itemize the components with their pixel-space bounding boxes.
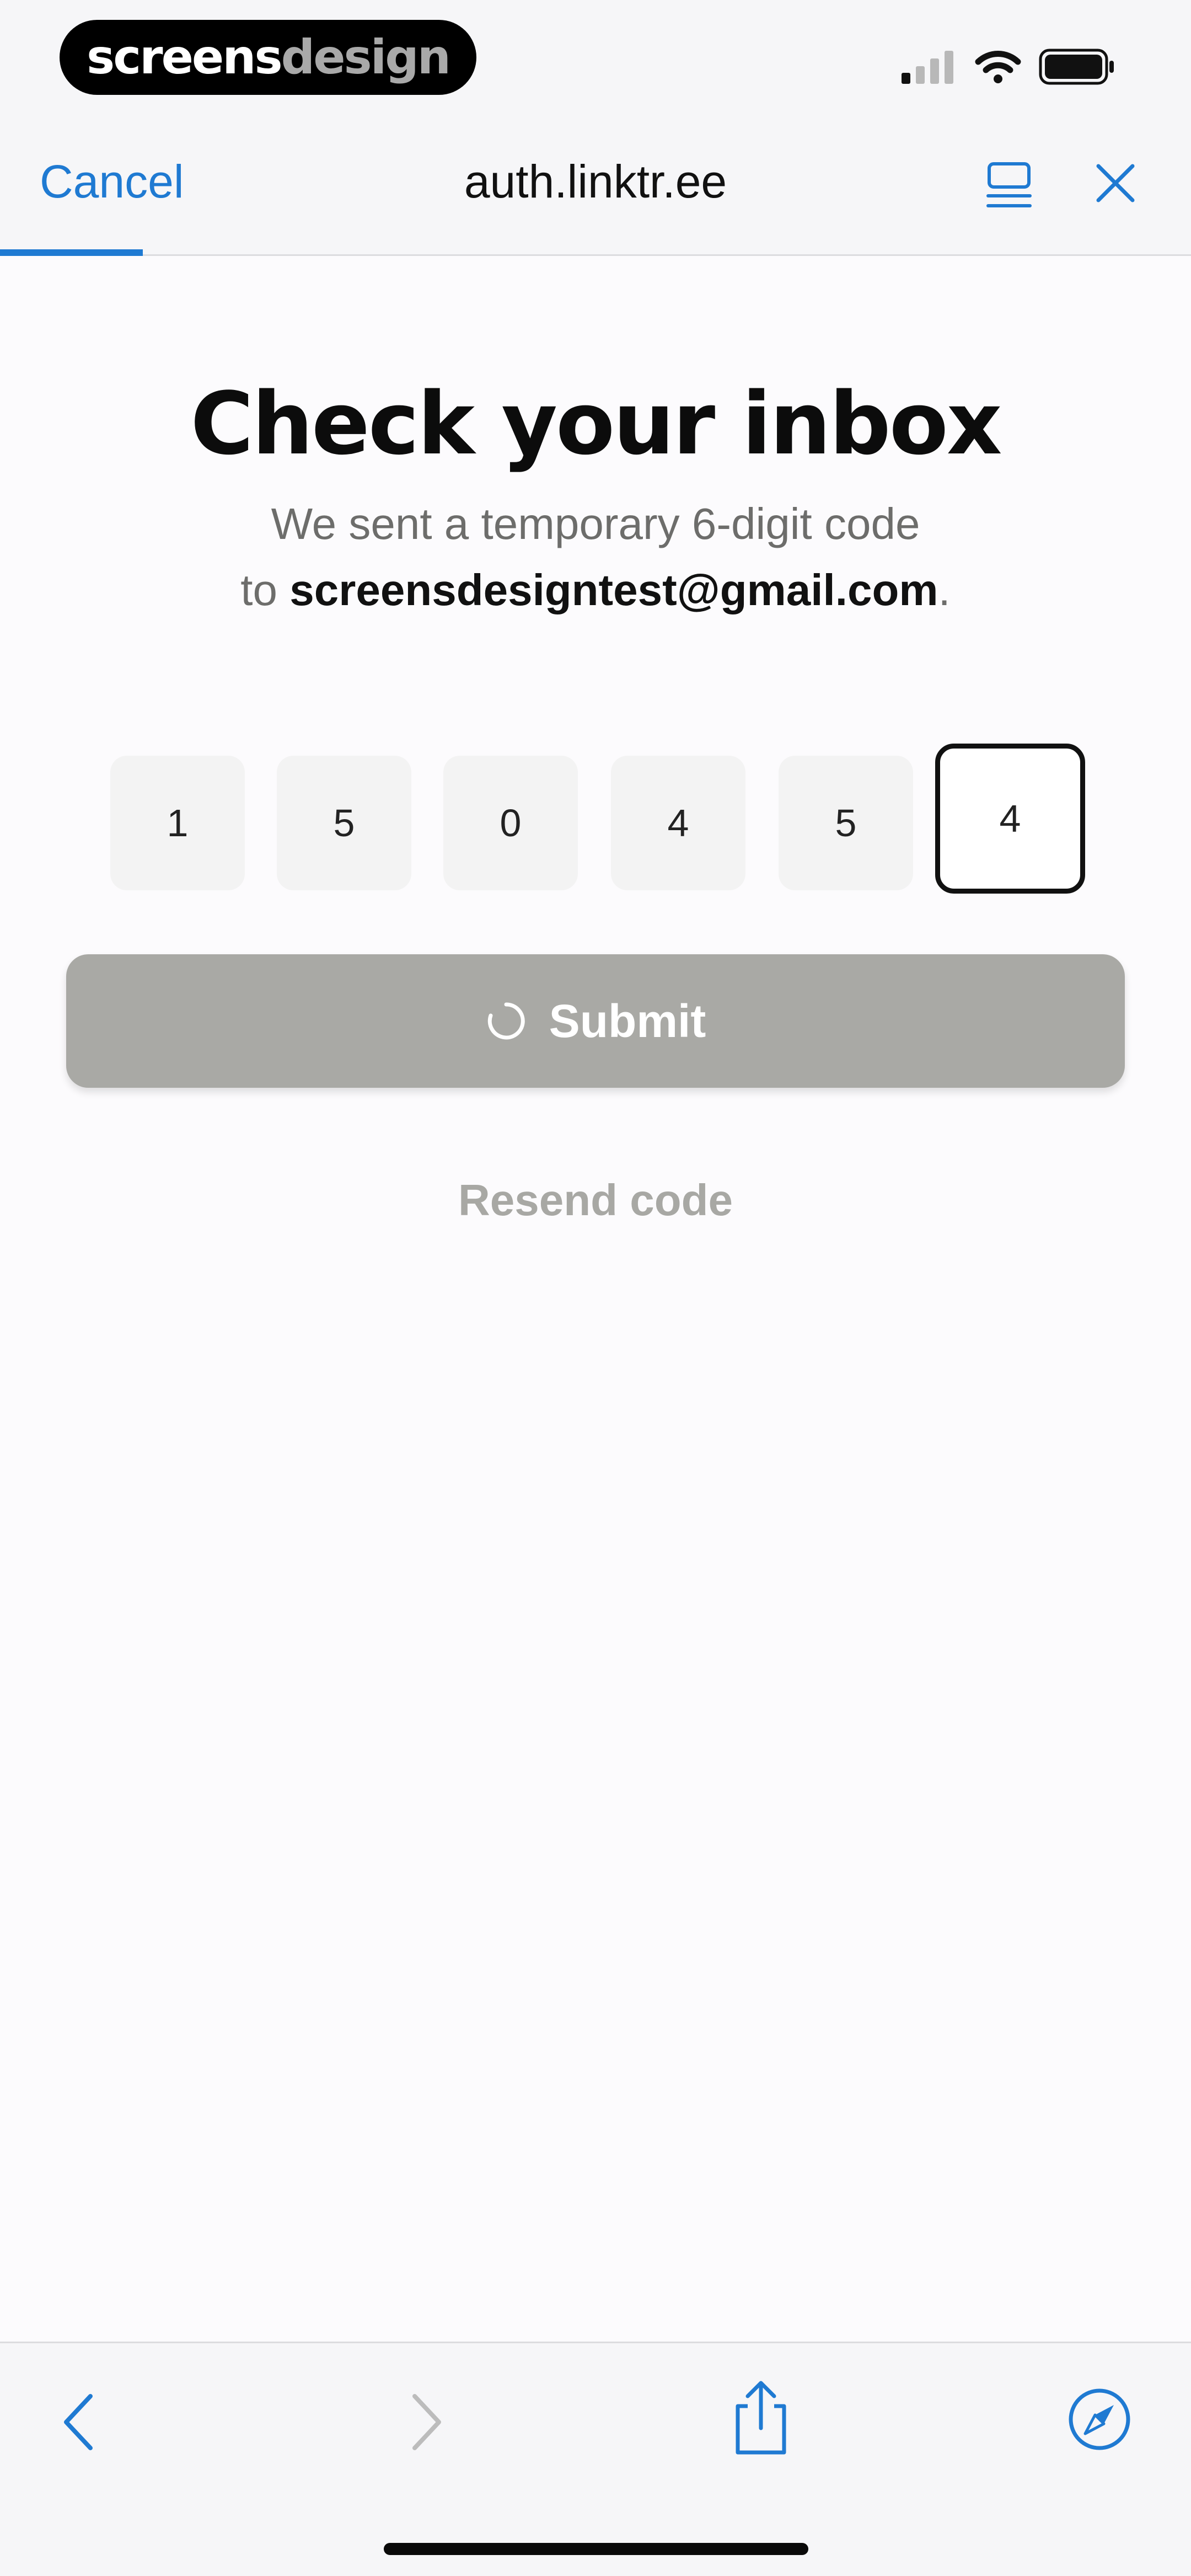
- resend-code-link[interactable]: Resend code: [0, 1175, 1191, 1226]
- code-digit-4[interactable]: 4: [611, 756, 745, 890]
- subtitle-line2: to screensdesigntest@gmail.com.: [0, 557, 1191, 623]
- share-icon[interactable]: [729, 2380, 793, 2457]
- code-digit-6[interactable]: 4: [935, 744, 1085, 894]
- back-icon[interactable]: [60, 2392, 98, 2452]
- subtitle-to: to: [240, 565, 290, 614]
- page: screens design Cancel auth.linktr.ee Che…: [0, 0, 1191, 2576]
- close-icon[interactable]: [1095, 163, 1136, 204]
- reader-icon[interactable]: [984, 161, 1034, 211]
- submit-label: Submit: [549, 995, 706, 1047]
- battery-icon: [1039, 49, 1114, 85]
- status-bar: screens design: [0, 0, 1191, 119]
- spinner-icon: [487, 1002, 525, 1040]
- code-digit-2[interactable]: 5: [277, 756, 411, 890]
- brand-logo-part2: design: [281, 30, 451, 85]
- compass-icon[interactable]: [1067, 2387, 1131, 2451]
- email-address: screensdesigntest@gmail.com: [289, 565, 938, 614]
- code-digit-3[interactable]: 0: [443, 756, 578, 890]
- signal-icon: [902, 51, 953, 84]
- browser-toolbar: [0, 2342, 1191, 2576]
- subtitle-line1: We sent a temporary 6-digit code: [271, 499, 920, 548]
- browser-header: Cancel auth.linktr.ee: [0, 119, 1191, 256]
- page-title: Check your inbox: [190, 373, 1002, 474]
- home-indicator: [384, 2543, 808, 2555]
- brand-logo-part1: screens: [87, 30, 283, 85]
- brand-logo: screens design: [60, 20, 476, 95]
- code-digit-5[interactable]: 5: [779, 756, 913, 890]
- subtitle-period: .: [938, 565, 951, 614]
- wifi-icon: [975, 51, 1021, 83]
- submit-button[interactable]: Submit: [66, 954, 1125, 1088]
- page-load-progress-fill: [0, 249, 143, 256]
- subtitle: We sent a temporary 6-digit code to scre…: [0, 491, 1191, 623]
- code-digit-1[interactable]: 1: [110, 756, 245, 890]
- forward-icon[interactable]: [407, 2392, 446, 2452]
- page-load-progress: [0, 249, 1191, 256]
- code-input-row: 1 5 0 4 5 4: [110, 744, 1092, 895]
